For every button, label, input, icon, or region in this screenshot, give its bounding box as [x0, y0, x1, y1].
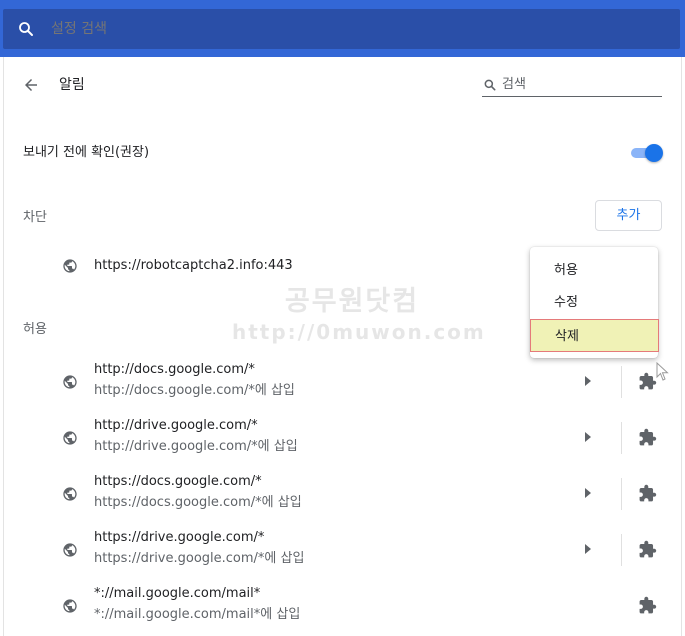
- globe-icon: [63, 599, 77, 613]
- allowed-site-url: http://drive.google.com/*: [94, 418, 258, 433]
- allowed-site-row[interactable]: https://drive.google.com/* https://drive…: [0, 530, 685, 570]
- top-bar: [0, 0, 685, 57]
- allowed-site-embed: https://drive.google.com/*에 삽입: [94, 551, 305, 566]
- blocked-site-url: https://robotcaptcha2.info:443: [94, 258, 293, 273]
- confirm-before-send-toggle[interactable]: [631, 144, 663, 162]
- allow-section-heading: 허용: [23, 322, 47, 337]
- globe-icon: [63, 543, 77, 557]
- settings-search-box[interactable]: [3, 9, 680, 49]
- globe-icon: [63, 431, 77, 445]
- context-menu: 허용 수정 삭제: [530, 247, 659, 358]
- allowed-site-row[interactable]: https://docs.google.com/* https://docs.g…: [0, 474, 685, 514]
- search-icon: [19, 22, 33, 36]
- extension-puzzle-icon[interactable]: [638, 428, 657, 447]
- extension-puzzle-icon[interactable]: [638, 596, 657, 615]
- globe-icon: [63, 375, 77, 389]
- extension-puzzle-icon[interactable]: [638, 540, 657, 559]
- row-divider: [621, 422, 622, 454]
- menu-item-allow[interactable]: 허용: [530, 254, 658, 287]
- allowed-site-embed: https://docs.google.com/*에 삽입: [94, 495, 302, 510]
- expand-arrow-icon[interactable]: [584, 488, 592, 498]
- allowed-site-row[interactable]: http://docs.google.com/* http://docs.goo…: [0, 362, 685, 402]
- confirm-before-send-label: 보내기 전에 확인(권장): [23, 145, 150, 160]
- block-section-heading: 차단: [23, 210, 47, 225]
- notification-search-placeholder: 검색: [502, 77, 526, 92]
- row-divider: [621, 534, 622, 566]
- toggle-knob: [645, 144, 663, 162]
- row-divider: [621, 478, 622, 510]
- allowed-site-embed: *://mail.google.com/mail*에 삽입: [94, 607, 301, 622]
- allowed-site-url: https://docs.google.com/*: [94, 474, 262, 489]
- expand-arrow-icon[interactable]: [584, 544, 592, 554]
- extension-puzzle-icon[interactable]: [638, 372, 657, 391]
- settings-search-input[interactable]: [51, 9, 651, 49]
- globe-icon: [63, 259, 77, 273]
- notification-search-field[interactable]: 검색: [482, 75, 662, 97]
- extension-puzzle-icon[interactable]: [638, 484, 657, 503]
- allowed-site-url: http://docs.google.com/*: [94, 362, 255, 377]
- add-button[interactable]: 추가: [595, 200, 662, 231]
- watermark-url: http://0muwon.com: [232, 320, 486, 344]
- expand-arrow-icon[interactable]: [584, 432, 592, 442]
- allowed-site-url: https://drive.google.com/*: [94, 530, 265, 545]
- row-divider: [621, 366, 622, 398]
- allowed-site-row[interactable]: http://drive.google.com/* http://drive.g…: [0, 418, 685, 458]
- allowed-site-row[interactable]: *://mail.google.com/mail* *://mail.googl…: [0, 586, 685, 626]
- allowed-site-embed: http://drive.google.com/*에 삽입: [94, 439, 298, 454]
- page-title: 알림: [59, 77, 85, 93]
- menu-item-edit[interactable]: 수정: [530, 286, 658, 319]
- mouse-cursor-icon: [656, 362, 669, 381]
- watermark: 공무원닷컴 http://0muwon.com: [232, 284, 486, 354]
- allowed-site-url: *://mail.google.com/mail*: [94, 586, 261, 601]
- expand-arrow-icon[interactable]: [584, 376, 592, 386]
- back-arrow-icon[interactable]: [22, 76, 40, 94]
- allowed-site-embed: http://docs.google.com/*에 삽입: [94, 383, 295, 398]
- watermark-title: 공무원닷컴: [284, 286, 420, 317]
- menu-item-delete[interactable]: 삭제: [530, 319, 659, 352]
- globe-icon: [63, 487, 77, 501]
- search-icon: [484, 79, 496, 91]
